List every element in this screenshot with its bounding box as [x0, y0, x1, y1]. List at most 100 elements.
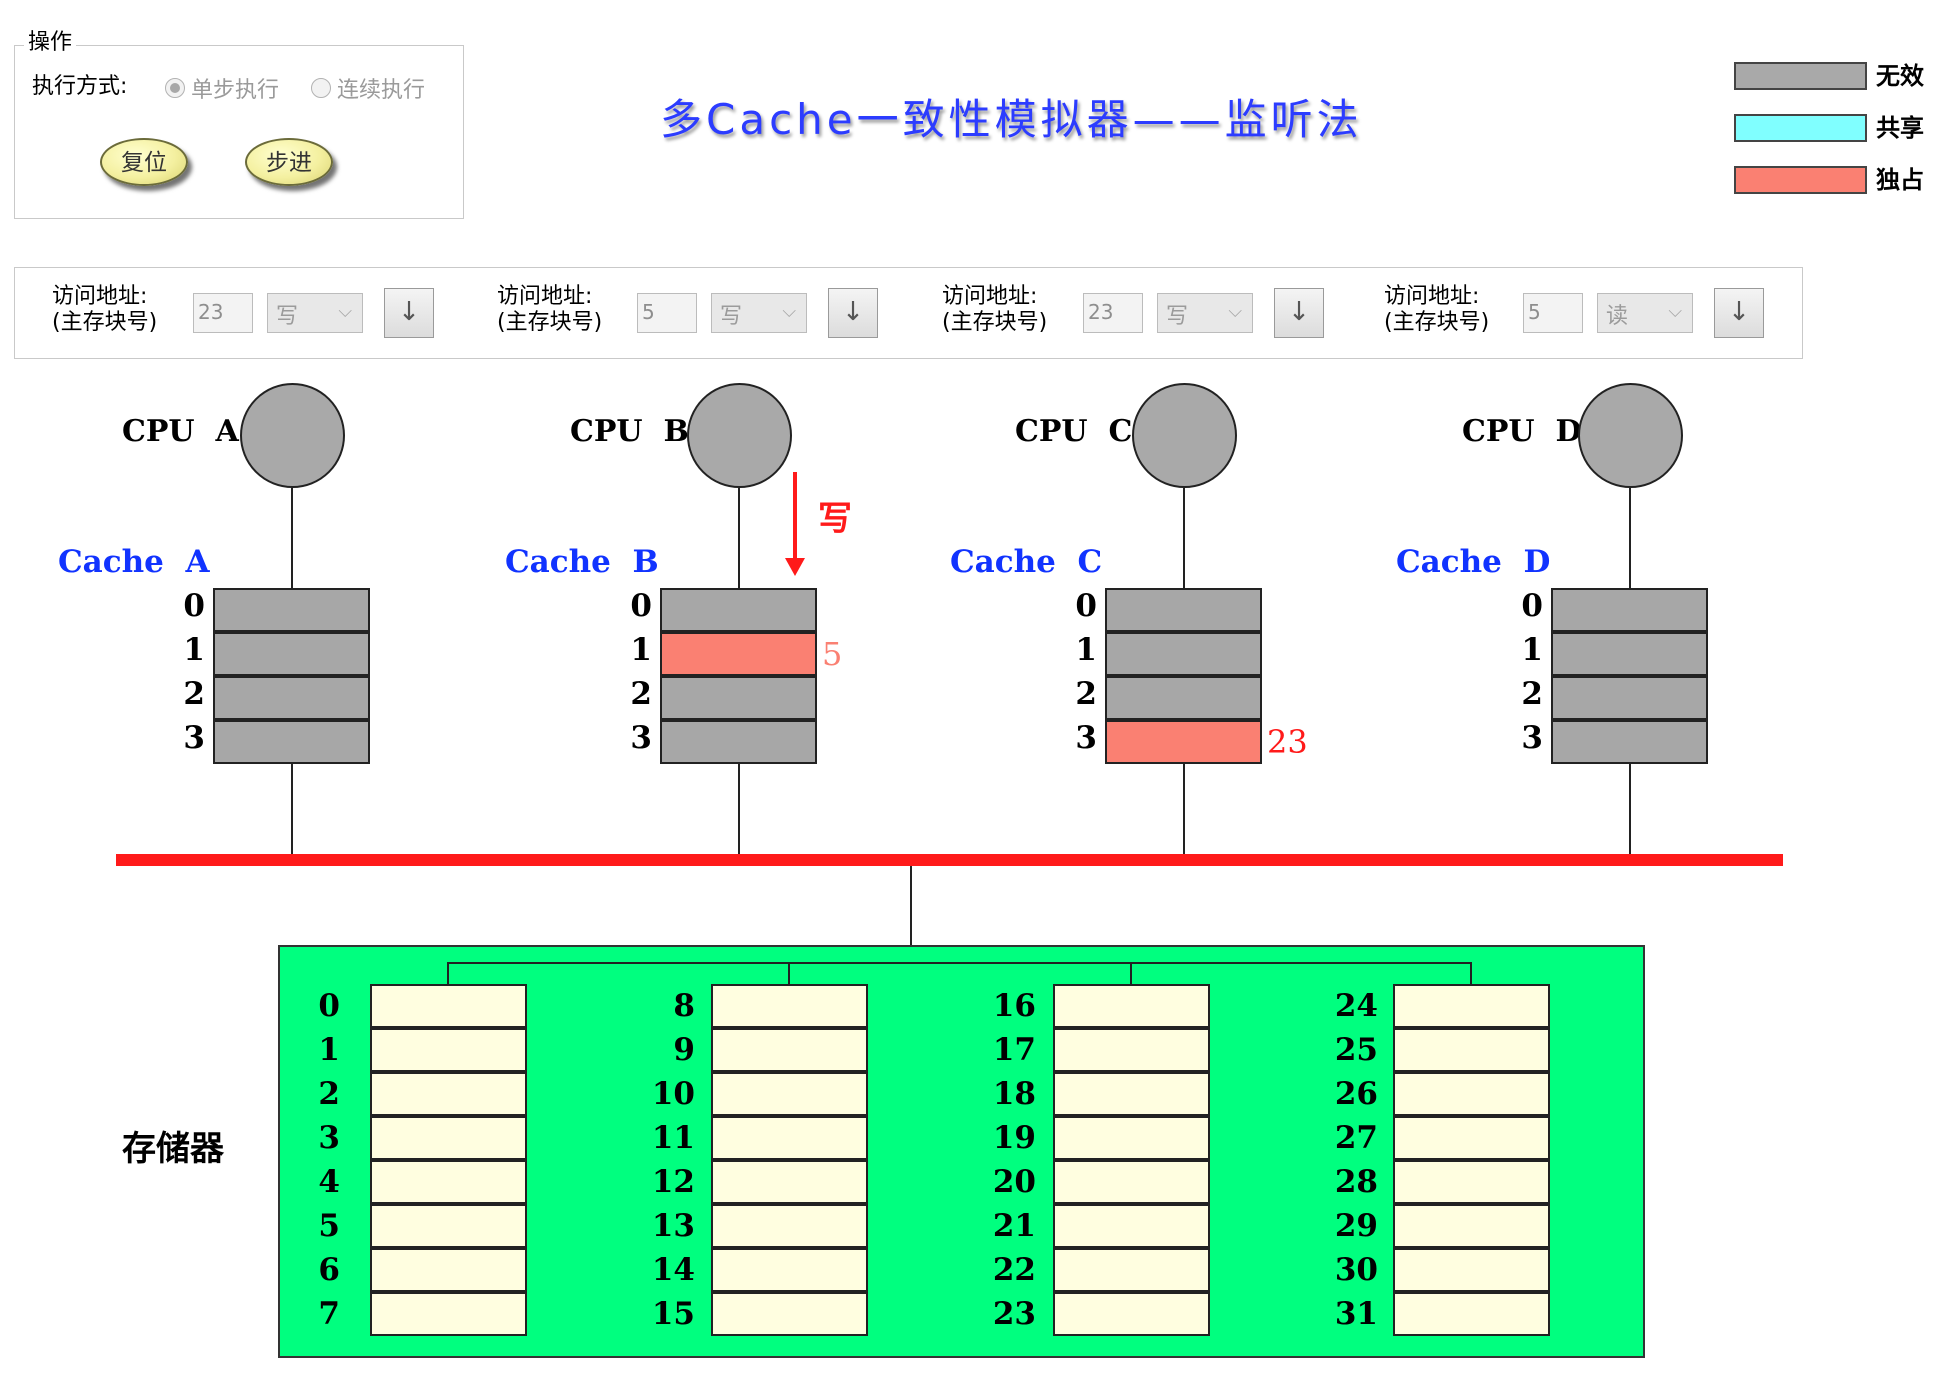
- memory-block-index: 28: [1334, 1164, 1378, 1200]
- memory-block-index: 23: [992, 1296, 1036, 1332]
- memory-block-index: 13: [651, 1208, 695, 1244]
- cache-a-index-0: 0: [183, 588, 205, 624]
- cpu-a-address-input[interactable]: 23: [193, 293, 253, 333]
- cache-d-line-0: [1551, 588, 1708, 632]
- write-arrow-icon: [793, 472, 797, 564]
- cpu-d-access-button[interactable]: ↓: [1714, 288, 1764, 338]
- operation-group-title: 操作: [24, 28, 77, 58]
- cache-c-index-3: 3: [1075, 720, 1097, 756]
- cpu-c-operation-select[interactable]: 写 ⌵: [1157, 293, 1253, 333]
- cpu-c-access-button[interactable]: ↓: [1274, 288, 1324, 338]
- continuous-run-radio[interactable]: 连续执行: [311, 74, 425, 103]
- system-bus: [116, 854, 1783, 866]
- memory-block-cell: [1393, 1160, 1550, 1204]
- memory-block-index: 12: [651, 1164, 695, 1200]
- cpu-a-address-label: 访问地址: (主存块号): [52, 284, 158, 335]
- memory-block-cell: [370, 1160, 527, 1204]
- cpu-d-operation-select[interactable]: 读 ⌵: [1597, 293, 1693, 333]
- cpu-b-label: CPU B: [570, 414, 689, 449]
- legend-exclusive-swatch: [1734, 166, 1867, 194]
- memory-block-index: 15: [651, 1296, 695, 1332]
- memory-block-cell: [711, 1160, 868, 1204]
- memory-block-cell: [1053, 1160, 1210, 1204]
- chevron-down-icon: ⌵: [782, 301, 796, 322]
- memory-block-cell: [370, 1292, 527, 1336]
- cache-c-line-3-tag: 23: [1267, 723, 1308, 761]
- memory-block-index: 14: [651, 1252, 695, 1288]
- cpu-c-address-label: 访问地址: (主存块号): [942, 284, 1048, 335]
- memory-block-cell: [1053, 1292, 1210, 1336]
- single-step-label: 单步执行: [191, 78, 280, 103]
- memory-block-cell: [1393, 984, 1550, 1028]
- memory-block-index: 21: [992, 1208, 1036, 1244]
- cpu-a-node: [240, 383, 345, 488]
- memory-block-index: 17: [992, 1032, 1036, 1068]
- cpu-d-label: CPU D: [1462, 414, 1582, 449]
- memory-block-cell: [711, 1204, 868, 1248]
- memory-block-cell: [1053, 984, 1210, 1028]
- memory-block-index: 26: [1334, 1076, 1378, 1112]
- cpu-a-access-button[interactable]: ↓: [384, 288, 434, 338]
- chevron-down-icon: ⌵: [338, 301, 352, 322]
- memory-block-cell: [370, 1028, 527, 1072]
- cache-b-label: Cache B: [505, 544, 659, 580]
- cpu-b-node: [687, 383, 792, 488]
- cache-c-line-1: [1105, 632, 1262, 676]
- cpu-d-address-input[interactable]: 5: [1523, 293, 1583, 333]
- cache-a-index-3: 3: [183, 720, 205, 756]
- memory-bank-0-connector: [447, 962, 449, 984]
- memory-label: 存储器: [122, 1129, 224, 1169]
- memory-bank-3-connector: [1470, 962, 1472, 984]
- legend-shared-label: 共享: [1876, 114, 1924, 142]
- legend-invalid-swatch: [1734, 62, 1867, 90]
- cache-d-label: Cache D: [1396, 544, 1551, 580]
- legend-shared-swatch: [1734, 114, 1867, 142]
- cache-b-line-3: [660, 720, 817, 764]
- cache-a-index-2: 2: [183, 676, 205, 712]
- memory-block-index: 16: [992, 988, 1036, 1024]
- memory-block-cell: [1393, 1292, 1550, 1336]
- memory-block-index: 27: [1334, 1120, 1378, 1156]
- cache-d-line-2: [1551, 676, 1708, 720]
- memory-block-cell: [370, 1116, 527, 1160]
- reset-button[interactable]: 复位: [100, 138, 188, 186]
- cpu-d-address-label: 访问地址: (主存块号): [1384, 284, 1490, 335]
- memory-block-index: 3: [318, 1120, 340, 1156]
- cpu-c-address-input[interactable]: 23: [1083, 293, 1143, 333]
- cache-d-index-1: 1: [1521, 632, 1543, 668]
- legend-invalid-label: 无效: [1876, 62, 1924, 90]
- memory-block-index: 22: [992, 1252, 1036, 1288]
- cache-b-index-3: 3: [630, 720, 652, 756]
- memory-block-index: 4: [318, 1164, 340, 1200]
- down-arrow-icon: ↓: [1728, 297, 1750, 327]
- app-title: 多Cache一致性模拟器——监听法: [660, 95, 1363, 144]
- memory-block-cell: [370, 1072, 527, 1116]
- step-button[interactable]: 步进: [245, 138, 333, 186]
- memory-block-cell: [1053, 1204, 1210, 1248]
- cache-a-index-1: 1: [183, 632, 205, 668]
- cache-d-index-2: 2: [1521, 676, 1543, 712]
- chevron-down-icon: ⌵: [1668, 301, 1682, 322]
- memory-block-index: 9: [673, 1032, 695, 1068]
- memory-bank-connector: [447, 962, 1471, 964]
- cpu-b-address-input[interactable]: 5: [637, 293, 697, 333]
- memory-block-cell: [370, 984, 527, 1028]
- cache-c-line-0: [1105, 588, 1262, 632]
- cache-b-bus-connector: [738, 764, 740, 856]
- cpu-b-operation-select[interactable]: 写 ⌵: [711, 293, 807, 333]
- memory-block-index: 8: [673, 988, 695, 1024]
- cpu-a-operation-select[interactable]: 写 ⌵: [267, 293, 363, 333]
- cache-c-index-0: 0: [1075, 588, 1097, 624]
- cache-c-index-2: 2: [1075, 676, 1097, 712]
- single-step-radio[interactable]: 单步执行: [165, 74, 280, 103]
- cache-b-index-0: 0: [630, 588, 652, 624]
- memory-block-cell: [711, 1116, 868, 1160]
- memory-block-cell: [711, 1028, 868, 1072]
- cpu-b-access-button[interactable]: ↓: [828, 288, 878, 338]
- memory-block-cell: [1393, 1116, 1550, 1160]
- memory-block-index: 31: [1334, 1296, 1378, 1332]
- memory-block-cell: [711, 1292, 868, 1336]
- execution-mode-label: 执行方式:: [32, 74, 128, 99]
- cache-c-index-1: 1: [1075, 632, 1097, 668]
- cpu-a-connector: [291, 488, 293, 588]
